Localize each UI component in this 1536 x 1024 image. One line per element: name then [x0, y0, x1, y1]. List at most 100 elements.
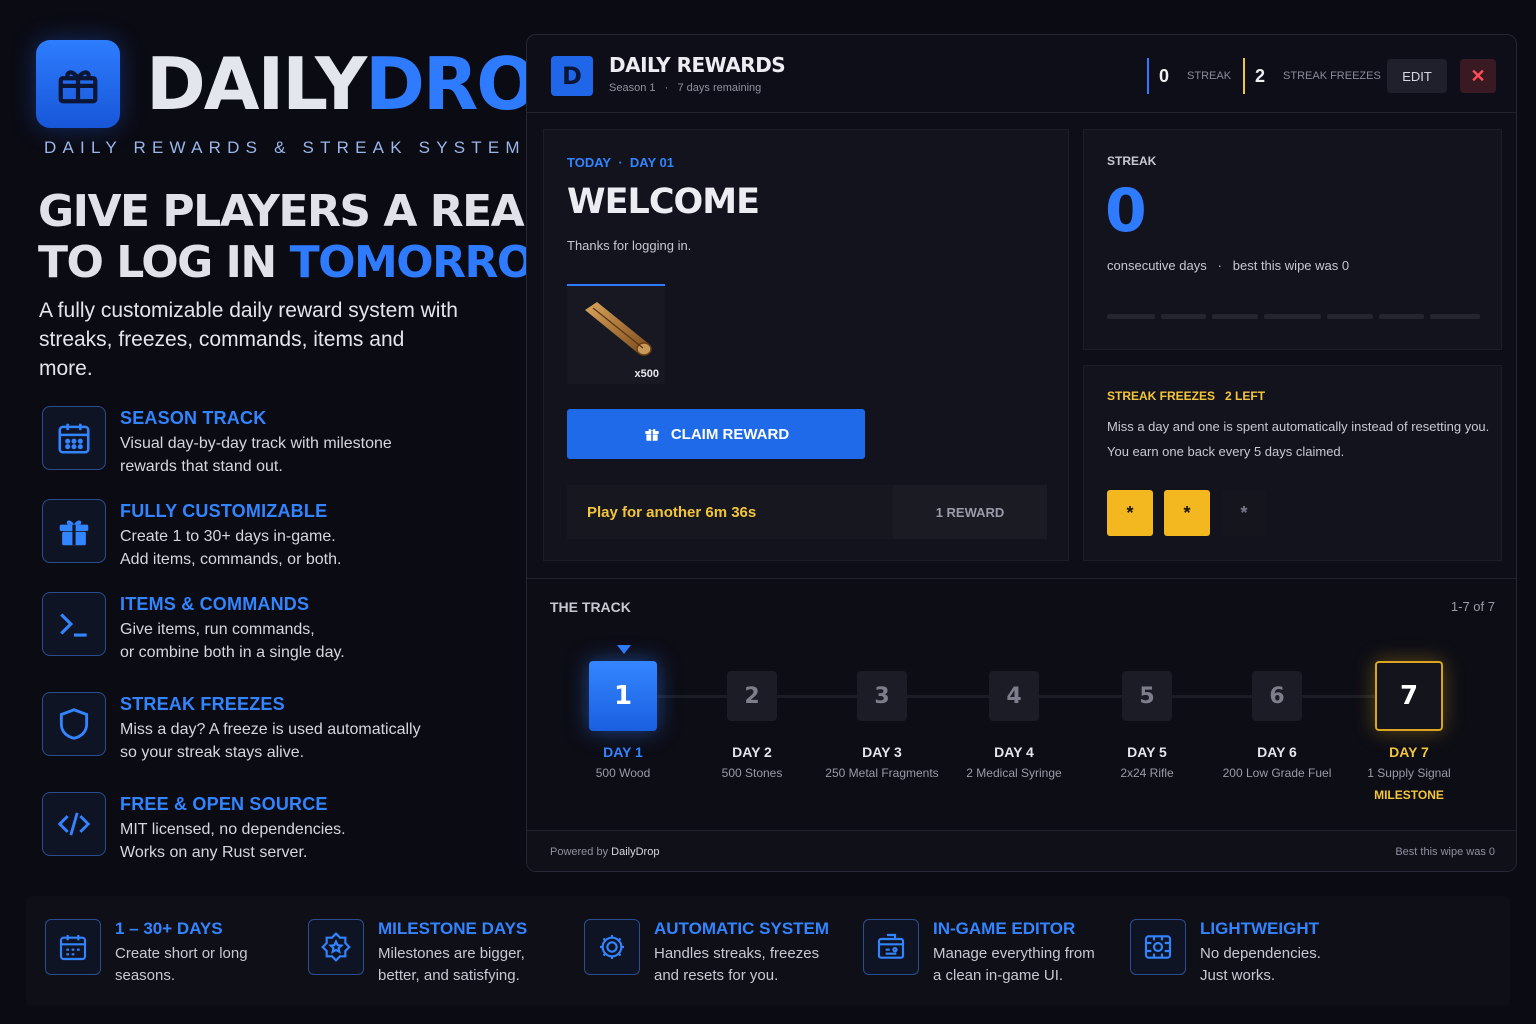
gift-icon: [42, 499, 106, 563]
feature-customizable: FULLY CUSTOMIZABLE Create 1 to 30+ days i…: [42, 499, 341, 571]
brand-logo: DAILYDROP: [36, 40, 588, 128]
bottom-feature-automatic: AUTOMATIC SYSTEM Handles streaks, freezes…: [584, 919, 829, 987]
shield-icon: [42, 692, 106, 756]
track-day-2-node[interactable]: 2: [727, 671, 777, 721]
freeze-slot-empty: *: [1221, 490, 1267, 536]
terminal-icon: [42, 592, 106, 656]
track-day-7-node[interactable]: 7: [1375, 661, 1443, 731]
track-range: 1-7 of 7: [1450, 599, 1495, 614]
gift-logo-icon: [36, 40, 120, 128]
today-card: TODAY · DAY 01 WELCOME Thanks for loggin…: [543, 129, 1069, 561]
bottom-feature-editor: IN-GAME EDITOR Manage everything from a c…: [863, 919, 1095, 987]
feature-title: FULLY CUSTOMIZABLE: [120, 501, 328, 521]
code-icon: [42, 792, 106, 856]
streak-segment: [1379, 314, 1424, 319]
feature-open-source: FREE & OPEN SOURCE MIT licensed, no depen…: [42, 792, 346, 864]
feature-streak-freezes: STREAK FREEZES Miss a day? A freeze is us…: [42, 692, 421, 764]
bottom-feature-lightweight: LIGHTWEIGHT No dependencies. Just works.: [1130, 919, 1321, 987]
track-day-4-node[interactable]: 4: [989, 671, 1039, 721]
bottom-feature-desc: Milestones are bigger, better, and satis…: [378, 945, 525, 984]
play-timer: Play for another 6m 36s: [587, 503, 757, 521]
bottom-feature-milestone: MILESTONE DAYS Milestones are bigger, bet…: [308, 919, 527, 987]
feature-items-commands: ITEMS & COMMANDS Give items, run commands…: [42, 592, 345, 664]
feature-season-track: SEASON TRACK Visual day-by-day track with…: [42, 406, 392, 478]
close-button[interactable]: ✕: [1460, 59, 1496, 93]
freezes-desc: Miss a day and one is spent automaticall…: [1107, 419, 1490, 459]
freeze-slot-active: *: [1164, 490, 1210, 536]
feature-title: FREE & OPEN SOURCE: [120, 794, 328, 814]
today-title: WELCOME: [567, 182, 760, 222]
brand-tagline: DAILY REWARDS & STREAK SYSTEM: [44, 138, 526, 157]
streak-card: STREAK 0 consecutive days · best this wi…: [1083, 129, 1502, 350]
panel-subtitle: Season 1 · 7 days remaining: [609, 82, 762, 94]
streak-segment: [1264, 314, 1321, 319]
feature-title: ITEMS & COMMANDS: [120, 594, 310, 614]
streak-segment: [1107, 314, 1155, 319]
panel-header: D DAILY REWARDS Season 1 · 7 days remain…: [527, 35, 1516, 113]
feature-title: SEASON TRACK: [120, 408, 267, 428]
panel-title: DAILY REWARDS: [609, 53, 786, 77]
editor-icon: [863, 919, 919, 975]
bottom-feature-title: IN-GAME EDITOR: [933, 919, 1076, 938]
track-day-7: DAY 71 Supply Signal MILESTONE: [1329, 744, 1489, 802]
feature-desc: MIT licensed, no dependencies. Works on …: [120, 821, 346, 861]
bottom-feature-title: MILESTONE DAYS: [378, 919, 528, 938]
track-day-1-node[interactable]: 1: [589, 661, 657, 731]
gear-cycle-icon: [584, 919, 640, 975]
bottom-feature-days: 1 – 30+ DAYS Create short or long seasons…: [45, 919, 248, 987]
streak-segment: [1212, 314, 1258, 319]
track-day-5-node[interactable]: 5: [1122, 671, 1172, 721]
wood-log-icon: [585, 302, 652, 356]
calendar-grid-icon: [45, 919, 101, 975]
gift-icon: [645, 429, 659, 441]
panel-badge: D: [551, 56, 593, 96]
claim-reward-button[interactable]: CLAIM REWARD: [567, 409, 865, 459]
header-freeze-stat: 2 STREAK FREEZES: [1243, 58, 1381, 94]
bottom-feature-title: AUTOMATIC SYSTEM: [654, 919, 830, 938]
bottom-feature-desc: No dependencies. Just works.: [1200, 945, 1321, 984]
reward-item-slot: x500: [567, 284, 665, 384]
feature-desc: Miss a day? A freeze is used automatical…: [120, 721, 421, 761]
feature-title: STREAK FREEZES: [120, 694, 285, 714]
calendar-icon: [42, 406, 106, 470]
header-streak-stat: 0 STREAK: [1147, 58, 1231, 94]
streak-label: STREAK: [1107, 154, 1157, 168]
streak-value: 0: [1105, 176, 1147, 246]
layers-icon: [1130, 919, 1186, 975]
feature-desc: Visual day-by-day track with milestone r…: [120, 435, 392, 475]
current-day-marker-icon: [617, 645, 631, 654]
bottom-feature-desc: Handles streaks, freezes and resets for …: [654, 945, 820, 984]
streak-segment: [1430, 314, 1480, 319]
panel-footer: Powered by DailyDrop Best this wipe was …: [527, 830, 1516, 871]
freezes-label: STREAK FREEZES 2 LEFT: [1107, 389, 1266, 403]
reward-track: THE TRACK 1-7 of 7 1 DAY 1 500 Wood 2 DAY…: [527, 578, 1516, 830]
milestone-tag: MILESTONE: [1374, 788, 1444, 802]
reward-count: 1 REWARD: [893, 485, 1047, 539]
freeze-slot-active: *: [1107, 490, 1153, 536]
item-quantity: x500: [634, 368, 659, 380]
streak-subtext: consecutive days · best this wipe was 0: [1107, 258, 1350, 273]
hero-lede: A fully customizable daily reward system…: [39, 299, 458, 380]
today-label: TODAY · DAY 01: [567, 155, 674, 170]
bottom-feature-bar: 1 – 30+ DAYS Create short or long seasons…: [26, 896, 1510, 1006]
milestone-badge-icon: [308, 919, 364, 975]
footer-best: Best this wipe was 0: [1395, 846, 1495, 858]
today-message: Thanks for logging in.: [567, 238, 692, 253]
play-timer-row: Play for another 6m 36s 1 REWARD: [567, 485, 1047, 539]
daily-rewards-panel: D DAILY REWARDS Season 1 · 7 days remain…: [526, 34, 1517, 872]
track-day-3-node[interactable]: 3: [857, 671, 907, 721]
powered-by: Powered by DailyDrop: [550, 846, 660, 858]
track-title: THE TRACK: [550, 599, 631, 615]
bottom-feature-desc: Create short or long seasons.: [115, 945, 248, 984]
freezes-card: STREAK FREEZES 2 LEFT Miss a day and one…: [1083, 365, 1502, 561]
feature-desc: Create 1 to 30+ days in-game. Add items,…: [120, 528, 342, 568]
streak-segment: [1161, 314, 1206, 319]
feature-desc: Give items, run commands, or combine bot…: [120, 621, 345, 661]
brand-wordmark: DAILYDROP: [146, 42, 588, 126]
track-day-6-node[interactable]: 6: [1252, 671, 1302, 721]
bottom-feature-desc: Manage everything from a clean in-game U…: [933, 945, 1095, 984]
bottom-feature-title: 1 – 30+ DAYS: [115, 919, 223, 938]
bottom-feature-title: LIGHTWEIGHT: [1200, 919, 1319, 938]
edit-button[interactable]: EDIT: [1387, 59, 1447, 93]
streak-segment: [1327, 314, 1373, 319]
